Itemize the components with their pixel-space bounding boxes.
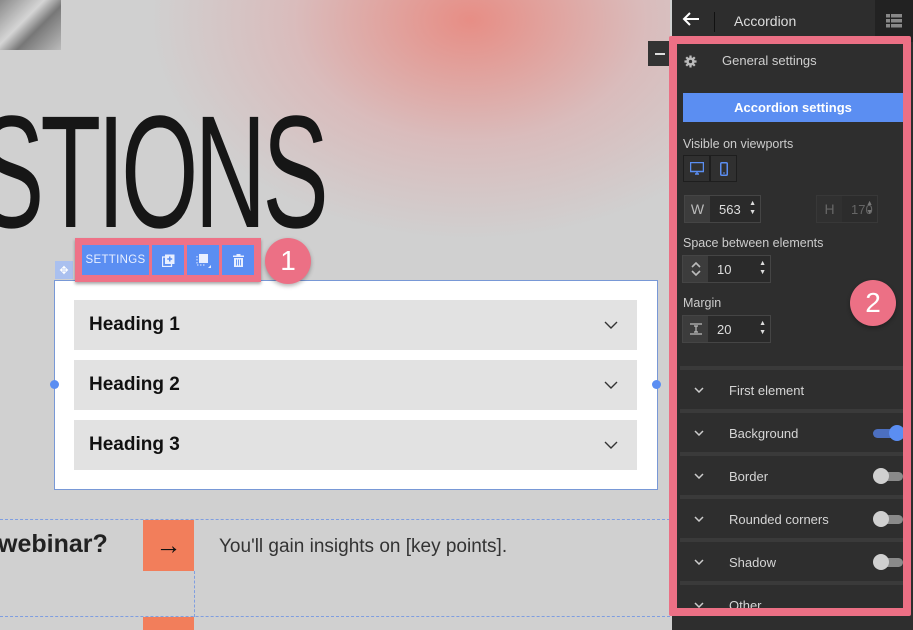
- space-between-field[interactable]: 10 ▲ ▼: [682, 255, 771, 283]
- chevron-down-icon: [604, 321, 618, 329]
- panel-title: Accordion: [734, 13, 797, 29]
- width-input[interactable]: 563: [719, 202, 741, 217]
- section-label: Background: [729, 425, 799, 441]
- list-icon: [886, 14, 902, 28]
- space-between-label: Space between elements: [683, 236, 824, 250]
- collapse-panel-button[interactable]: [648, 41, 672, 66]
- width-field[interactable]: W 563 ▲ ▼: [684, 195, 761, 223]
- desktop-icon: [689, 162, 704, 175]
- arrow-left-icon: [682, 12, 699, 26]
- visible-viewports-label: Visible on viewports: [683, 137, 794, 151]
- height-stepper: ▲ ▼: [866, 200, 873, 216]
- mobile-icon: [719, 161, 728, 176]
- viewport-toggle-group: [683, 155, 737, 182]
- section-label: First element: [729, 382, 805, 398]
- element-toolbar-highlight: SETTINGS: [75, 238, 261, 282]
- chevron-down-icon: [694, 602, 704, 608]
- duplicate-button[interactable]: [152, 245, 184, 275]
- duplicate-icon: [161, 254, 174, 267]
- layer-icon: [196, 254, 211, 268]
- section-background[interactable]: Background: [680, 409, 905, 453]
- desktop-viewport-toggle[interactable]: [683, 155, 710, 182]
- settings-button[interactable]: SETTINGS: [82, 245, 149, 275]
- accordion-heading: Heading 1: [89, 314, 180, 335]
- minus-icon: [655, 52, 665, 55]
- shadow-toggle[interactable]: [873, 554, 903, 570]
- width-stepper[interactable]: ▲ ▼: [749, 199, 756, 217]
- accordion-item[interactable]: Heading 1: [74, 300, 637, 350]
- accordion-heading: Heading 2: [89, 374, 180, 395]
- layer-button[interactable]: [187, 245, 219, 275]
- section-rounded-corners[interactable]: Rounded corners: [680, 495, 903, 539]
- chevron-down-icon: [604, 381, 618, 389]
- section-other[interactable]: Other: [680, 581, 903, 625]
- gear-icon: [684, 55, 697, 68]
- guide-line: [0, 519, 670, 520]
- chevron-down-icon: [694, 559, 704, 565]
- section-first-element[interactable]: First element: [680, 366, 903, 410]
- accordion-settings-button[interactable]: Accordion settings: [683, 93, 903, 122]
- arrow-button[interactable]: [143, 617, 194, 630]
- step-badge-1: 1: [265, 238, 311, 284]
- vertical-spacing-icon: [683, 256, 708, 282]
- section-label: Border: [729, 468, 769, 484]
- margin-field[interactable]: 20 ▲ ▼: [682, 315, 771, 343]
- panel-header: Accordion: [672, 0, 913, 42]
- arrow-button[interactable]: →: [143, 520, 194, 571]
- editor-canvas[interactable]: STIONS webinar? → You'll gain insights o…: [0, 0, 670, 630]
- section-label: Shadow: [729, 554, 776, 570]
- chevron-down-icon: [694, 387, 704, 393]
- webinar-question: webinar?: [0, 530, 108, 558]
- hero-title: STIONS: [0, 82, 329, 261]
- back-button[interactable]: [682, 10, 704, 32]
- header-divider: [714, 12, 715, 32]
- margin-stepper[interactable]: ▲ ▼: [759, 319, 766, 337]
- accordion-heading: Heading 3: [89, 434, 180, 455]
- chevron-down-icon: [694, 516, 704, 522]
- arrow-right-icon: →: [155, 530, 182, 560]
- margin-input[interactable]: 20: [717, 322, 731, 337]
- height-field: H 170 ▲ ▼: [816, 195, 878, 223]
- guide-line: [0, 616, 670, 617]
- general-settings-label: General settings: [722, 53, 817, 68]
- step-badge-2: 2: [850, 280, 896, 326]
- chevron-down-icon: [694, 430, 704, 436]
- border-toggle[interactable]: [873, 468, 903, 484]
- width-label: W: [685, 196, 710, 222]
- section-shadow[interactable]: Shadow: [680, 538, 903, 582]
- height-label: H: [817, 196, 842, 222]
- section-label: Other: [729, 597, 762, 613]
- mobile-viewport-toggle[interactable]: [710, 155, 737, 182]
- chevron-down-icon: [694, 473, 704, 479]
- thumbnail-image: [0, 0, 61, 50]
- move-icon: ✥: [59, 264, 69, 277]
- guide-line: [194, 571, 195, 617]
- element-toolbar: SETTINGS: [82, 245, 254, 275]
- space-between-stepper[interactable]: ▲ ▼: [759, 259, 766, 277]
- resize-handle-right[interactable]: [652, 380, 661, 389]
- accordion-item[interactable]: Heading 3: [74, 420, 637, 470]
- margin-icon: [683, 316, 708, 342]
- section-label: Rounded corners: [729, 511, 829, 527]
- space-between-input[interactable]: 10: [717, 262, 731, 277]
- accordion-widget[interactable]: Heading 1 Heading 2 Heading 3: [54, 280, 658, 490]
- background-toggle[interactable]: [873, 425, 905, 441]
- layers-list-button[interactable]: [875, 0, 913, 42]
- move-handle[interactable]: ✥: [55, 261, 73, 279]
- section-border[interactable]: Border: [680, 452, 903, 496]
- delete-button[interactable]: [222, 245, 254, 275]
- rounded-corners-toggle[interactable]: [873, 511, 903, 527]
- insight-text: You'll gain insights on [key points].: [219, 536, 508, 557]
- margin-label: Margin: [683, 296, 722, 310]
- trash-icon: [232, 253, 244, 267]
- accordion-item[interactable]: Heading 2: [74, 360, 637, 410]
- resize-handle-left[interactable]: [50, 380, 59, 389]
- chevron-down-icon: [604, 441, 618, 449]
